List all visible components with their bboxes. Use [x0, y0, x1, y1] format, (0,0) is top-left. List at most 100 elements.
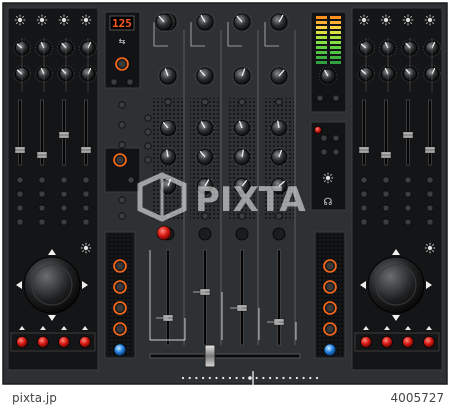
- channel-select-button[interactable]: [272, 227, 286, 241]
- right-hot-cue-button[interactable]: [360, 336, 372, 348]
- right-hot-cue-button[interactable]: [381, 336, 393, 348]
- right-pad-button[interactable]: [360, 204, 368, 212]
- crossfader-scale-dot: [302, 376, 305, 380]
- right-pad-button[interactable]: [426, 218, 434, 226]
- left-pad-button[interactable]: [16, 204, 24, 212]
- ring-button-center: [116, 325, 124, 333]
- left-pad-button[interactable]: [16, 190, 24, 198]
- left-pad-button[interactable]: [82, 176, 90, 184]
- light-icon-center: [83, 17, 89, 23]
- right-pad-button[interactable]: [382, 190, 390, 198]
- crossfader-scale-dot: [188, 376, 191, 380]
- right-pitch-fader[interactable]: [358, 146, 370, 154]
- vu-meter-segment: [316, 51, 327, 54]
- right-pitch-fader[interactable]: [424, 146, 436, 154]
- left-pad-button[interactable]: [38, 204, 46, 212]
- vu-meter-segment: [316, 61, 327, 64]
- left-pitch-fader[interactable]: [58, 131, 70, 139]
- fader-track: [84, 99, 88, 166]
- left-pad-button[interactable]: [16, 218, 24, 226]
- ring-button-center: [326, 304, 334, 312]
- crossfader-scale-dot: [289, 376, 292, 380]
- right-gain-light-icon: [424, 242, 436, 254]
- right-pad-button[interactable]: [426, 190, 434, 198]
- right-eq-light-icon: [380, 14, 392, 26]
- right-utility-button[interactable]: [316, 94, 324, 102]
- left-utility-button[interactable]: [118, 121, 126, 129]
- right-pad-button[interactable]: [360, 218, 368, 226]
- record-indicator[interactable]: [314, 126, 322, 134]
- channel-mode-button[interactable]: [275, 98, 283, 106]
- left-pad-button[interactable]: [38, 176, 46, 184]
- right-play-button[interactable]: [323, 343, 337, 357]
- channel-mode-button[interactable]: [201, 98, 209, 106]
- left-pad-button[interactable]: [38, 190, 46, 198]
- right-pad-button[interactable]: [382, 176, 390, 184]
- right-pad-button[interactable]: [404, 176, 412, 184]
- left-play-button[interactable]: [113, 343, 127, 357]
- left-utility-button[interactable]: [118, 212, 126, 220]
- vu-meter-segment: [330, 56, 341, 59]
- left-effect-select-button[interactable]: [127, 176, 135, 184]
- channel-select-button[interactable]: [235, 227, 249, 241]
- vu-meter-segment: [316, 36, 327, 39]
- center-record-button[interactable]: [156, 225, 172, 241]
- left-hot-cue-button[interactable]: [58, 336, 70, 348]
- right-pad-button[interactable]: [426, 176, 434, 184]
- crossfader-track: [149, 353, 301, 359]
- light-icon-center: [325, 175, 331, 181]
- left-utility-button[interactable]: [118, 141, 126, 149]
- bpm-up-button[interactable]: [126, 78, 134, 86]
- channel-assign-button[interactable]: [144, 114, 152, 122]
- right-utility-button[interactable]: [332, 148, 340, 156]
- left-pad-button[interactable]: [60, 190, 68, 198]
- right-pad-button[interactable]: [382, 218, 390, 226]
- crossfader-scale-dot: [208, 376, 211, 380]
- right-pad-button[interactable]: [404, 218, 412, 226]
- fader-track: [240, 249, 244, 346]
- right-pad-button[interactable]: [360, 190, 368, 198]
- right-utility-button[interactable]: [320, 134, 328, 142]
- left-gain-light-icon: [80, 242, 92, 254]
- fader-track: [362, 99, 366, 166]
- watermark-text: PIXTA: [195, 180, 306, 220]
- left-pad-button[interactable]: [60, 204, 68, 212]
- left-pad-button[interactable]: [60, 176, 68, 184]
- right-pitch-fader[interactable]: [402, 131, 414, 139]
- left-utility-button[interactable]: [118, 196, 126, 204]
- booth-light-icon: [322, 172, 334, 184]
- right-utility-button[interactable]: [320, 148, 328, 156]
- right-pitch-fader[interactable]: [380, 151, 392, 159]
- crossfader-scale-dot: [202, 376, 205, 380]
- left-pad-button[interactable]: [82, 204, 90, 212]
- right-hot-cue-button[interactable]: [402, 336, 414, 348]
- right-pad-button[interactable]: [382, 204, 390, 212]
- left-hot-cue-button[interactable]: [16, 336, 28, 348]
- right-utility-button[interactable]: [332, 134, 340, 142]
- left-pitch-fader[interactable]: [80, 146, 92, 154]
- left-pad-button[interactable]: [38, 218, 46, 226]
- right-pad-button[interactable]: [360, 176, 368, 184]
- left-hot-cue-button[interactable]: [79, 336, 91, 348]
- left-pad-button[interactable]: [60, 218, 68, 226]
- right-pad-button[interactable]: [404, 204, 412, 212]
- left-pad-button[interactable]: [16, 176, 24, 184]
- channel-mode-button[interactable]: [238, 98, 246, 106]
- left-hot-cue-button[interactable]: [37, 336, 49, 348]
- left-pitch-fader[interactable]: [36, 151, 48, 159]
- channel-assign-button[interactable]: [144, 128, 152, 136]
- right-hot-cue-button[interactable]: [423, 336, 435, 348]
- left-pitch-fader[interactable]: [14, 146, 26, 154]
- bpm-down-button[interactable]: [110, 78, 118, 86]
- left-utility-button[interactable]: [118, 101, 126, 109]
- channel-select-button[interactable]: [198, 227, 212, 241]
- left-pad-button[interactable]: [82, 190, 90, 198]
- right-utility-button[interactable]: [332, 94, 340, 102]
- channel-mode-button[interactable]: [164, 98, 172, 106]
- left-pad-button[interactable]: [82, 218, 90, 226]
- right-pad-button[interactable]: [426, 204, 434, 212]
- crossfader[interactable]: [204, 344, 216, 368]
- channel-assign-button[interactable]: [144, 142, 152, 150]
- right-pad-button[interactable]: [404, 190, 412, 198]
- channel-assign-button[interactable]: [144, 156, 152, 164]
